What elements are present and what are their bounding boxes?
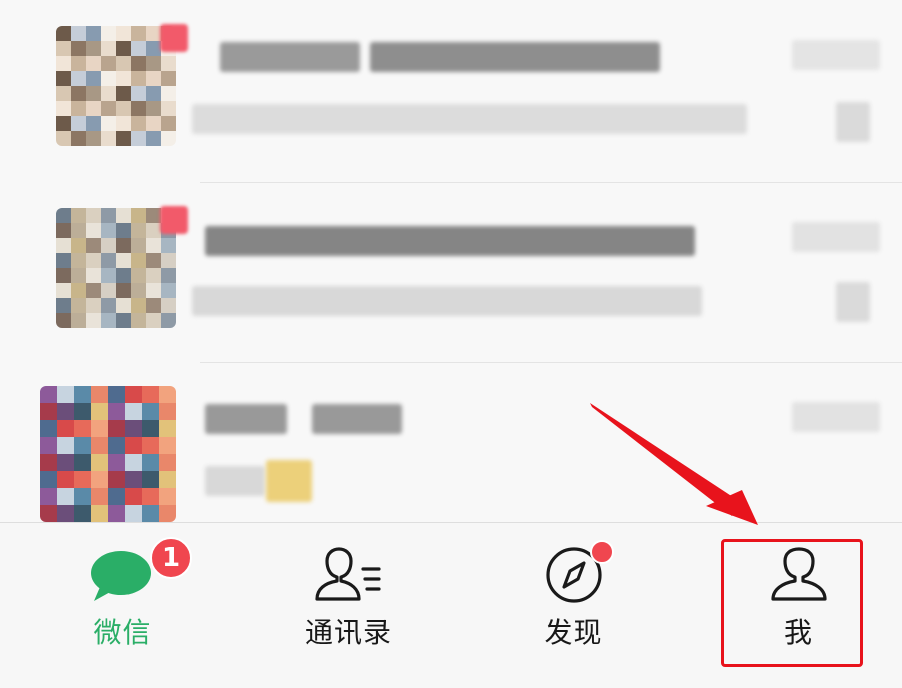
discover-notification-dot <box>590 540 614 564</box>
avatar <box>56 26 176 146</box>
tab-label: 微信 <box>93 616 152 649</box>
unread-indicator <box>160 206 188 234</box>
contacts-icon <box>313 543 385 607</box>
tab-contacts[interactable]: 通讯录 <box>236 523 461 688</box>
chat-time-blurred <box>792 222 880 252</box>
mute-icon <box>836 102 870 142</box>
unread-badge: 1 <box>150 537 192 579</box>
chat-name-blurred <box>220 42 360 72</box>
chat-list-item[interactable] <box>0 362 902 522</box>
chat-preview-blurred <box>205 466 265 496</box>
chat-preview-blurred <box>192 286 702 316</box>
chat-name-blurred <box>370 42 660 72</box>
unread-indicator <box>160 24 188 52</box>
chat-list-item[interactable] <box>0 182 902 363</box>
avatar <box>56 208 176 328</box>
tab-discover[interactable]: 发现 <box>461 523 686 688</box>
tab-label: 发现 <box>544 616 603 649</box>
chat-name-blurred <box>205 226 695 256</box>
mute-icon <box>836 282 870 322</box>
avatar <box>40 386 176 522</box>
annotation-highlight-box <box>721 539 863 667</box>
chat-bubble-icon <box>87 543 159 607</box>
chat-list <box>0 0 902 522</box>
chat-preview-blurred <box>192 104 747 134</box>
chat-time-blurred <box>792 402 880 432</box>
chat-time-blurred <box>792 40 880 70</box>
chat-name-blurred <box>205 404 287 434</box>
emoji-blurred <box>266 460 312 502</box>
chat-name-blurred <box>312 404 402 434</box>
tab-label: 通讯录 <box>304 616 392 649</box>
chat-list-item[interactable] <box>0 0 902 183</box>
tab-chats[interactable]: 1 微信 <box>10 523 235 688</box>
